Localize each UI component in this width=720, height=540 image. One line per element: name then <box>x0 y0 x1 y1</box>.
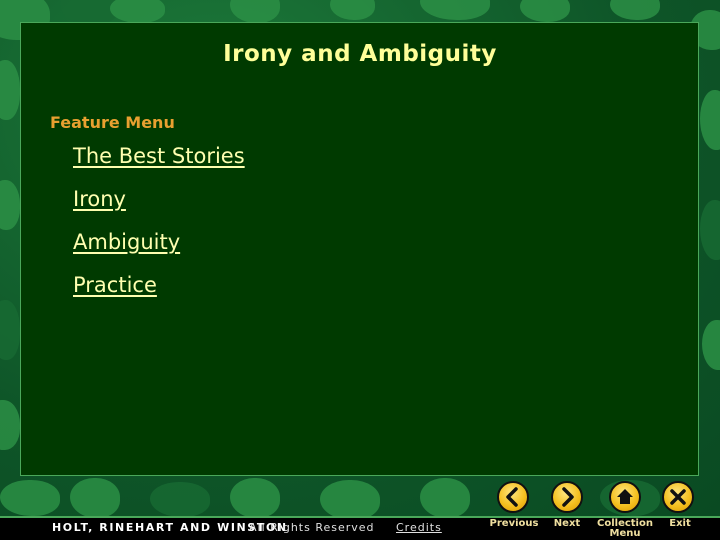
close-icon <box>670 489 686 505</box>
next-button[interactable] <box>551 481 583 513</box>
exit-button[interactable] <box>662 481 694 513</box>
collection-menu-label[interactable]: Collection Menu <box>594 519 656 539</box>
menu-link-the-best-stories[interactable]: The Best Stories <box>73 144 245 168</box>
previous-label[interactable]: Previous <box>487 519 541 529</box>
home-icon <box>617 489 633 504</box>
chevron-right-icon <box>562 487 574 507</box>
credits-link[interactable]: Credits <box>396 521 442 534</box>
exit-label[interactable]: Exit <box>664 519 696 529</box>
feature-menu-label: Feature Menu <box>50 113 175 132</box>
next-label[interactable]: Next <box>548 519 586 529</box>
rights-text: All Rights Reserved <box>249 521 375 534</box>
menu-link-irony[interactable]: Irony <box>73 187 126 211</box>
menu-link-ambiguity[interactable]: Ambiguity <box>73 230 180 254</box>
collection-label-line2: Menu <box>609 528 641 539</box>
collection-menu-button[interactable] <box>609 481 641 513</box>
menu-link-practice[interactable]: Practice <box>73 273 157 297</box>
chevron-left-icon <box>506 487 518 507</box>
slide-title: Irony and Ambiguity <box>223 41 497 67</box>
previous-button[interactable] <box>497 481 529 513</box>
